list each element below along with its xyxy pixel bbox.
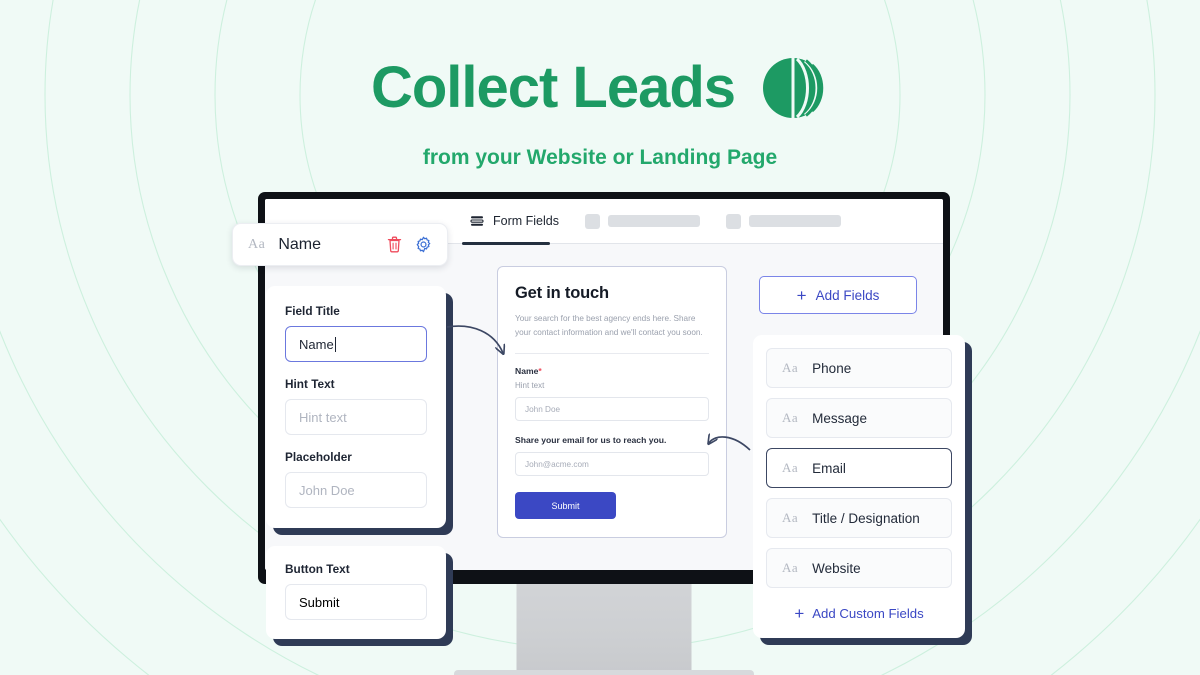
text-type-icon: Aa bbox=[782, 510, 799, 525]
text-type-icon: Aa bbox=[782, 360, 799, 375]
text-type-icon: Aa bbox=[782, 410, 799, 425]
text-type-icon: Aa bbox=[782, 460, 799, 475]
title-row: Collect Leads bbox=[0, 52, 1200, 124]
menu-item-message[interactable]: Aa Message bbox=[766, 398, 952, 438]
text-type-icon: Aa bbox=[248, 236, 266, 252]
trash-icon bbox=[387, 236, 402, 253]
field-settings-button[interactable] bbox=[415, 236, 432, 253]
field-settings-panel: Field Title Name Hint Text Hint text Pla… bbox=[266, 286, 446, 528]
menu-item-phone[interactable]: Aa Phone bbox=[766, 348, 952, 388]
hint-text-input[interactable]: Hint text bbox=[285, 399, 427, 435]
placeholder-block-icon bbox=[584, 213, 600, 229]
add-fields-button-label: Add Fields bbox=[815, 287, 880, 303]
add-custom-fields-label: Add Custom Fields bbox=[812, 605, 924, 621]
plus-icon: + bbox=[796, 285, 807, 305]
form-field-name-label: Name* bbox=[515, 366, 542, 377]
placeholder-group: Placeholder John Doe bbox=[285, 450, 427, 508]
form-field-name: Name* Hint text John Doe bbox=[515, 366, 709, 422]
menu-item-label: Title / Designation bbox=[812, 510, 920, 526]
form-preview-description: Your search for the best agency ends her… bbox=[515, 314, 703, 337]
add-custom-fields-button[interactable]: + Add Custom Fields bbox=[766, 598, 952, 628]
form-field-name-input[interactable]: John Doe bbox=[515, 397, 709, 422]
required-marker: * bbox=[538, 366, 542, 377]
form-field-email-input[interactable]: John@acme.com bbox=[515, 452, 709, 477]
form-preview-title: Get in touch bbox=[515, 284, 609, 302]
plus-icon: + bbox=[794, 603, 805, 623]
field-chip-label: Name bbox=[278, 235, 322, 253]
menu-item-email[interactable]: Aa Email bbox=[766, 448, 952, 488]
button-text-input[interactable]: Submit bbox=[285, 584, 427, 620]
menu-item-website[interactable]: Aa Website bbox=[766, 548, 952, 588]
menu-item-label: Phone bbox=[812, 360, 852, 376]
button-text-panel: Button Text Submit bbox=[266, 546, 446, 639]
placeholder-bar bbox=[748, 215, 841, 227]
add-fields-button[interactable]: + Add Fields bbox=[759, 276, 917, 314]
text-type-icon: Aa bbox=[782, 560, 799, 575]
tab-placeholder-2[interactable] bbox=[725, 213, 841, 229]
header: Collect Leads from your Website or Landi… bbox=[0, 0, 1200, 170]
monitor-base bbox=[454, 670, 754, 675]
button-text-label: Button Text bbox=[285, 562, 350, 576]
menu-item-label: Message bbox=[812, 410, 867, 426]
field-chip-name[interactable]: Aa Name bbox=[232, 223, 448, 266]
form-field-email-label: Share your email for us to reach you. bbox=[515, 435, 667, 446]
field-title-input[interactable]: Name bbox=[285, 326, 427, 362]
placeholder-input[interactable]: John Doe bbox=[285, 472, 427, 508]
tab-form-fields-label: Form Fields bbox=[493, 214, 559, 228]
menu-item-label: Website bbox=[812, 560, 861, 576]
tab-placeholder-1[interactable] bbox=[584, 213, 700, 229]
gear-icon bbox=[416, 236, 431, 253]
placeholder-label: Placeholder bbox=[285, 450, 352, 464]
add-fields-menu: Aa Phone Aa Message Aa Email Aa Title / … bbox=[753, 335, 965, 638]
menu-item-title-designation[interactable]: Aa Title / Designation bbox=[766, 498, 952, 538]
hint-text-label: Hint Text bbox=[285, 377, 335, 391]
field-title-label: Field Title bbox=[285, 304, 340, 318]
form-submit-button[interactable]: Submit bbox=[515, 492, 616, 520]
tab-form-fields[interactable]: Form Fields bbox=[462, 199, 559, 245]
form-field-name-hint: Hint text bbox=[515, 381, 545, 391]
poster-canvas: Collect Leads from your Website or Landi… bbox=[0, 0, 1200, 675]
form-preview-card: Get in touch Your search for the best ag… bbox=[497, 266, 727, 539]
hint-text-group: Hint Text Hint text bbox=[285, 377, 427, 435]
placeholder-block-icon bbox=[725, 213, 741, 229]
layers-icon bbox=[470, 216, 484, 226]
menu-item-label: Email bbox=[812, 460, 846, 476]
delete-field-button[interactable] bbox=[387, 236, 402, 253]
field-title-group: Field Title Name bbox=[285, 304, 427, 362]
placeholder-bar bbox=[607, 215, 700, 227]
page-title: Collect Leads bbox=[370, 55, 736, 120]
monitor-stand bbox=[516, 582, 692, 672]
form-field-email: Share your email for us to reach you. Jo… bbox=[515, 435, 709, 477]
form-divider bbox=[515, 353, 709, 355]
text-cursor bbox=[334, 336, 336, 352]
page-subtitle: from your Website or Landing Page bbox=[422, 146, 778, 169]
globe-sphere-logo-icon bbox=[763, 57, 824, 119]
